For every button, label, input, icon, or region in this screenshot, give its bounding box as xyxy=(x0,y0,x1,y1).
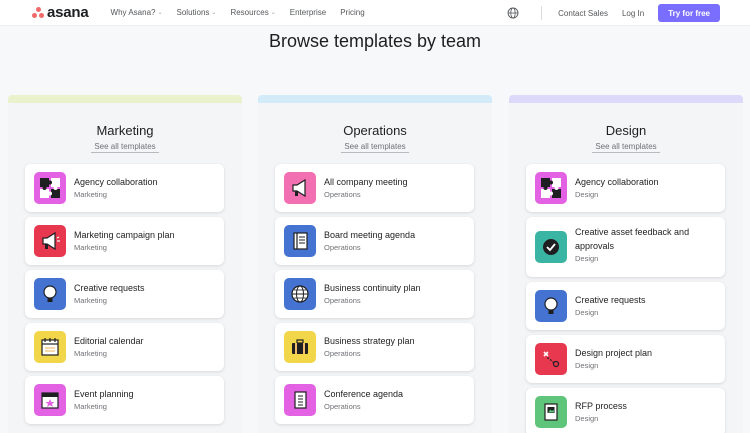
template-team: Operations xyxy=(324,296,361,305)
template-card[interactable]: Business strategy plan Operations xyxy=(275,323,474,371)
lightbulb-icon xyxy=(535,290,567,322)
template-card[interactable]: Creative requests Design xyxy=(526,282,725,330)
nav-item-solutions[interactable]: Solutions ⌄ xyxy=(177,8,217,17)
template-team: Marketing xyxy=(74,296,107,305)
template-title: Conference agenda xyxy=(324,389,404,399)
megaphone-icon xyxy=(284,172,316,204)
globe-icon xyxy=(284,278,316,310)
template-title: RFP process xyxy=(575,401,627,411)
column-title: Marketing xyxy=(96,123,154,138)
template-team: Marketing xyxy=(74,190,107,199)
template-card[interactable]: Board meeting agenda Operations xyxy=(275,217,474,265)
nav-item-label: Resources xyxy=(230,8,269,17)
template-card[interactable]: RFP process Design xyxy=(526,388,725,433)
column-design: Design See all templates Agency collabor… xyxy=(509,95,743,433)
column-accent-bar xyxy=(8,95,242,103)
template-team: Design xyxy=(575,190,599,199)
template-team: Design xyxy=(575,254,599,263)
nav-item-resources[interactable]: Resources ⌄ xyxy=(230,8,275,17)
nav-item-enterprise[interactable]: Enterprise xyxy=(290,8,326,17)
template-card[interactable]: Creative requests Marketing xyxy=(25,270,224,318)
chevron-down-icon: ⌄ xyxy=(270,10,276,16)
template-card[interactable]: Agency collaboration Marketing xyxy=(25,164,224,212)
lightbulb-icon xyxy=(34,278,66,310)
template-title: Creative requests xyxy=(575,295,646,305)
template-title: Editorial calendar xyxy=(74,336,144,346)
try-for-free-button[interactable]: Try for free xyxy=(658,4,720,22)
contact-sales-link[interactable]: Contact Sales xyxy=(558,9,608,18)
column-marketing: Marketing See all templates Agency colla… xyxy=(8,95,242,433)
template-team: Marketing xyxy=(74,243,107,252)
template-title: Agency collaboration xyxy=(74,177,158,187)
template-team: Operations xyxy=(324,243,361,252)
nav-item-label: Pricing xyxy=(340,8,365,17)
template-card[interactable]: Conference agenda Operations xyxy=(275,376,474,424)
template-team: Operations xyxy=(324,402,361,411)
language-globe-icon[interactable] xyxy=(507,7,519,19)
template-team: Design xyxy=(575,308,599,317)
image-doc-icon xyxy=(535,396,567,428)
see-all-templates-link[interactable]: See all templates xyxy=(592,142,660,153)
nav-item-why-asana[interactable]: Why Asana? ⌄ xyxy=(111,8,163,17)
megaphone-icon xyxy=(34,225,66,257)
template-title: All company meeting xyxy=(324,177,408,187)
template-team: Operations xyxy=(324,190,361,199)
template-card[interactable]: Creative asset feedback and approvals De… xyxy=(526,217,725,277)
template-title: Creative asset feedback and approvals xyxy=(575,227,690,251)
route-icon xyxy=(535,343,567,375)
list-doc-icon xyxy=(284,384,316,416)
asana-logo[interactable]: asana xyxy=(32,4,89,21)
nav-item-label: Solutions xyxy=(176,8,210,17)
template-title: Board meeting agenda xyxy=(324,230,416,240)
calendar-star-icon xyxy=(34,384,66,416)
template-team: Design xyxy=(575,361,599,370)
template-team: Design xyxy=(575,414,599,423)
login-link[interactable]: Log In xyxy=(622,9,644,18)
template-title: Creative requests xyxy=(74,283,145,293)
template-title: Agency collaboration xyxy=(575,177,659,187)
template-title: Event planning xyxy=(74,389,134,399)
chevron-down-icon: ⌄ xyxy=(211,10,217,16)
see-all-templates-link[interactable]: See all templates xyxy=(91,142,159,153)
template-card[interactable]: Editorial calendar Marketing xyxy=(25,323,224,371)
nav-item-label: Enterprise xyxy=(289,8,327,17)
notepad-icon xyxy=(34,331,66,363)
template-card[interactable]: Marketing campaign plan Marketing xyxy=(25,217,224,265)
page-title: Browse templates by team xyxy=(268,31,482,51)
template-title: Marketing campaign plan xyxy=(74,230,175,240)
notebook-icon xyxy=(284,225,316,257)
template-card[interactable]: Agency collaboration Design xyxy=(526,164,725,212)
nav-divider xyxy=(541,6,543,20)
column-title: Operations xyxy=(343,123,407,138)
template-title: Business continuity plan xyxy=(324,283,421,293)
template-title: Design project plan xyxy=(575,348,653,358)
see-all-templates-link[interactable]: See all templates xyxy=(341,142,409,153)
template-card[interactable]: Design project plan Design xyxy=(526,335,725,383)
top-nav: asana Why Asana? ⌄ Solutions ⌄ Resources… xyxy=(0,0,750,26)
template-team: Marketing xyxy=(74,402,107,411)
puzzle-icon xyxy=(535,172,567,204)
briefcase-icon xyxy=(284,331,316,363)
asana-logo-icon xyxy=(32,7,44,18)
template-team: Operations xyxy=(324,349,361,358)
nav-item-label: Why Asana? xyxy=(110,8,156,17)
template-card[interactable]: Event planning Marketing xyxy=(25,376,224,424)
checkmark-icon xyxy=(535,231,567,263)
puzzle-icon xyxy=(34,172,66,204)
chevron-down-icon: ⌄ xyxy=(157,10,163,16)
column-accent-bar xyxy=(258,95,492,103)
nav-item-pricing[interactable]: Pricing xyxy=(340,8,364,17)
column-operations: Operations See all templates All company… xyxy=(258,95,492,433)
template-card[interactable]: All company meeting Operations xyxy=(275,164,474,212)
logo-text: asana xyxy=(47,4,89,21)
template-team: Marketing xyxy=(74,349,107,358)
template-title: Business strategy plan xyxy=(324,336,415,346)
column-accent-bar xyxy=(509,95,743,103)
column-title: Design xyxy=(605,123,647,138)
template-card[interactable]: Business continuity plan Operations xyxy=(275,270,474,318)
